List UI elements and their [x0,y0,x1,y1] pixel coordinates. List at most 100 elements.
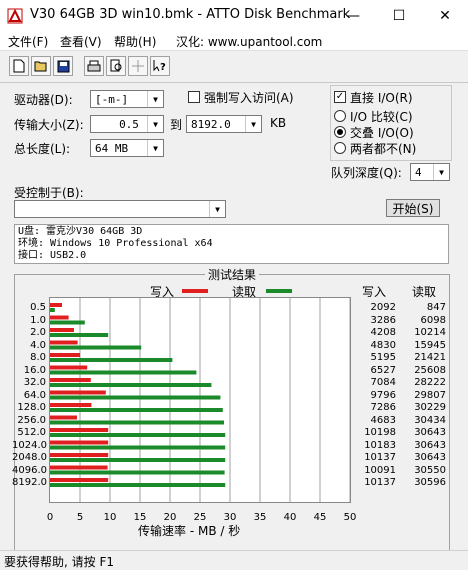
write-bar [50,378,91,382]
read-bar [50,458,226,462]
move-icon[interactable] [128,56,148,76]
write-value: 10091 [364,464,396,476]
write-value: 6527 [370,364,396,376]
bar-chart [50,298,351,502]
write-bar [50,303,62,307]
window-title: V30 64GB 3D win10.bmk - ATTO Disk Benchm… [30,7,351,22]
write-bar [50,353,80,357]
read-bar [50,420,224,425]
x-tick-label: 35 [253,512,267,523]
write-value: 10183 [364,439,396,451]
total-length-value: 64 MB [95,141,129,155]
read-bar [50,433,226,437]
read-value: 15945 [414,339,446,351]
y-tick-label: 1.0 [30,314,46,326]
write-bar [50,315,69,320]
read-value: 10214 [414,327,446,338]
read-value: 6098 [420,314,446,326]
new-icon[interactable] [9,56,29,76]
y-tick-label: 2.0 [30,327,46,338]
y-tick-label: 4096.0 [12,464,47,476]
x-axis-label: 传输速率 - MB / 秒 [138,524,241,538]
drive-label: 驱动器(D): [14,93,73,107]
read-value: 28222 [414,377,446,388]
transfer-from-select[interactable]: 0.5 ▼ [90,115,164,133]
y-tick-label: 2048.0 [12,452,47,463]
force-write-checkbox[interactable] [188,91,200,103]
read-value: 30434 [414,414,446,426]
legend-read-swatch [266,289,292,293]
info-line-2: 环境: Windows 10 Professional x64 [18,238,213,249]
menu-view[interactable]: 查看(V) [60,33,102,50]
description-box[interactable]: U盘: 雷克沙V30 64GB 3D 环境: Windows 10 Profes… [14,224,449,264]
direct-io-checkbox[interactable]: ✓ [334,91,346,103]
transfer-size-label: 传输大小(Z): [14,118,84,132]
help-pointer-icon[interactable]: ? [150,56,170,76]
neither-radio[interactable] [334,142,346,154]
read-bar [50,395,221,400]
write-bar [50,390,106,395]
drive-select[interactable]: [-m-] ▼ [90,90,164,108]
queue-depth-select[interactable]: 4 ▼ [410,163,450,181]
y-tick-label: 8.0 [30,352,46,363]
results-title: 测试结果 [205,266,260,283]
menu-file[interactable]: 文件(F) [8,33,48,50]
write-value: 4830 [370,339,396,351]
read-bar [50,308,55,312]
transfer-to-value: 8192.0 [191,117,231,131]
write-bar [50,365,88,370]
total-length-select[interactable]: 64 MB ▼ [90,139,164,157]
chevron-down-icon: ▼ [209,201,225,217]
write-bar [50,340,78,345]
close-button[interactable]: ✕ [422,0,468,31]
io-overlap-radio[interactable] [334,126,346,138]
menu-help[interactable]: 帮助(H) [114,33,156,50]
toolbar-separator [0,82,468,83]
status-text: 要获得帮助, 请按 F1 [4,555,114,569]
controlled-by-select[interactable]: ▼ [14,200,226,218]
transfer-to-select[interactable]: 8192.0 ▼ [186,115,262,133]
menu-localized-by[interactable]: 汉化: www.upantool.com [176,33,322,50]
start-button[interactable]: 开始(S) [386,199,440,217]
write-value: 4683 [370,414,396,426]
io-compare-radio[interactable] [334,110,346,122]
read-value: 847 [426,302,446,313]
x-tick-label: 45 [313,512,327,523]
open-icon[interactable] [31,56,51,76]
read-value: 30643 [414,427,446,438]
print-preview-icon[interactable] [106,56,126,76]
direct-io-label: 直接 I/O(R) [350,91,413,105]
save-icon[interactable] [53,56,73,76]
write-value: 5195 [370,352,396,363]
y-tick-label: 256.0 [17,414,46,426]
write-column-header: 写入 [362,285,387,299]
queue-depth-value: 4 [415,165,422,179]
y-tick-label: 64.0 [23,389,46,401]
maximize-button[interactable]: ☐ [376,0,422,31]
atto-app-icon [7,8,23,24]
chevron-down-icon: ▼ [147,140,163,156]
read-bar [50,345,142,350]
y-tick-label: 512.0 [17,427,46,438]
write-value: 10198 [364,427,396,438]
write-value: 3286 [370,314,396,326]
chevron-down-icon: ▼ [245,116,261,132]
chevron-down-icon: ▼ [433,164,449,180]
kb-label: KB [270,116,287,130]
y-tick-label: 128.0 [17,402,46,413]
read-bar [50,320,85,325]
print-icon[interactable] [84,56,104,76]
read-value: 29807 [414,389,446,401]
info-line-1: U盘: 雷克沙V30 64GB 3D [18,226,143,237]
queue-depth-label: 队列深度(Q): [331,166,402,180]
y-tick-label: 0.5 [30,302,46,313]
y-tick-label: 4.0 [30,339,46,351]
legend-write-swatch [182,289,208,293]
minimize-button[interactable]: — [330,0,376,31]
read-bar [50,370,197,375]
io-compare-label: I/O 比较(C) [350,110,413,124]
svg-text:?: ? [160,62,166,73]
read-bar [50,358,173,362]
chevron-down-icon: ▼ [147,116,163,132]
read-value: 21421 [414,352,446,363]
